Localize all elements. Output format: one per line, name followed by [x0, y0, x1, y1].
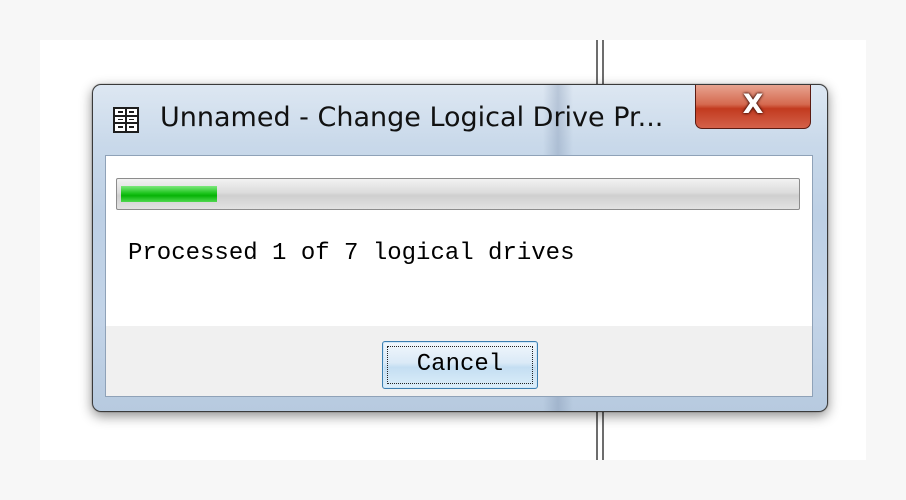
table-grid-icon	[113, 107, 139, 133]
close-button[interactable]: X	[695, 85, 811, 129]
cancel-button[interactable]: Cancel	[382, 341, 538, 389]
progress-bar-fill	[121, 186, 217, 202]
content-panel: Processed 1 of 7 logical drives	[106, 156, 812, 326]
cancel-button-label: Cancel	[416, 351, 504, 378]
desktop-background: Unnamed - Change Logical Drive Pr... X P…	[40, 40, 866, 460]
title-bar[interactable]: Unnamed - Change Logical Drive Pr... X	[93, 85, 827, 155]
progress-dialog: Unnamed - Change Logical Drive Pr... X P…	[92, 84, 828, 412]
dialog-client-area: Processed 1 of 7 logical drives Cancel	[105, 155, 813, 397]
window-title: Unnamed - Change Logical Drive Pr...	[160, 102, 664, 133]
close-icon: X	[742, 89, 764, 120]
progress-bar	[116, 178, 800, 210]
status-text: Processed 1 of 7 logical drives	[128, 240, 575, 267]
